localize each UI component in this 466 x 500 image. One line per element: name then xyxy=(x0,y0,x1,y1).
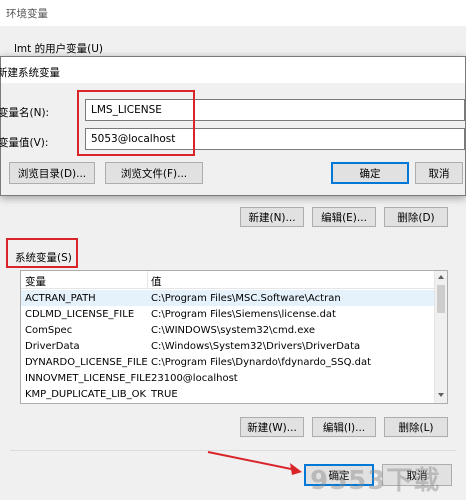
row-variable: DriverData xyxy=(25,340,80,352)
browse-file-button[interactable]: 浏览文件(F)... xyxy=(105,162,203,184)
row-variable: ACTRAN_PATH xyxy=(25,292,96,304)
user-delete-button[interactable]: 删除(D) xyxy=(384,207,448,227)
table-row[interactable]: INNOVMET_LICENSE_FILE 23100@localhost xyxy=(21,370,435,386)
dialog-title-bar: 新建系统变量 xyxy=(0,57,465,83)
list-scrollbar[interactable] xyxy=(434,271,447,403)
row-value: TRUE xyxy=(151,388,178,400)
row-variable: INNOVMET_LICENSE_FILE xyxy=(25,372,152,384)
column-header-value[interactable]: 值 xyxy=(151,274,162,289)
system-edit-button[interactable]: 编辑(I)... xyxy=(312,417,376,437)
table-row[interactable]: ComSpec C:\WINDOWS\system32\cmd.exe xyxy=(21,322,435,338)
scroll-down-icon[interactable] xyxy=(438,393,444,397)
variable-name-label: 变量名(N): xyxy=(0,107,50,119)
system-vars-list[interactable]: 变量 值 ACTRAN_PATH C:\Program Files\MSC.So… xyxy=(20,270,448,404)
column-header-variable[interactable]: 变量 xyxy=(25,274,46,289)
column-divider[interactable] xyxy=(147,271,148,289)
row-variable: KMP_DUPLICATE_LIB_OK xyxy=(25,388,147,400)
row-value: C:\Program Files\Siemens\license.dat xyxy=(151,308,336,320)
user-edit-button[interactable]: 编辑(E)... xyxy=(312,207,376,227)
row-value: 23100@localhost xyxy=(151,372,238,384)
scroll-up-icon[interactable] xyxy=(438,275,444,279)
variable-value-label: 变量值(V): xyxy=(0,137,49,149)
row-variable: DYNARDO_LICENSE_FILE xyxy=(25,356,148,368)
input-highlight-box xyxy=(77,90,195,156)
browse-directory-button[interactable]: 浏览目录(D)... xyxy=(9,162,95,184)
table-row[interactable]: ACTRAN_PATH C:\Program Files\MSC.Softwar… xyxy=(21,290,435,306)
row-value: C:\Program Files\Dynardo\fdynardo_SSQ.da… xyxy=(151,356,372,368)
user-vars-group: lmt 的用户变量(U) xyxy=(10,38,456,58)
dialog-body: 变量名(N): LMS_LICENSE 变量值(V): 5053@localho… xyxy=(0,83,465,195)
list-header: 变量 值 xyxy=(21,271,435,289)
user-new-button[interactable]: 新建(N)... xyxy=(240,207,304,227)
list-body: ACTRAN_PATH C:\Program Files\MSC.Softwar… xyxy=(21,289,435,403)
table-row[interactable]: CDLMD_LICENSE_FILE C:\Program Files\Siem… xyxy=(21,306,435,322)
row-value: C:\WINDOWS\system32\cmd.exe xyxy=(151,324,315,336)
dialog-ok-button[interactable]: 确定 xyxy=(331,162,409,184)
table-row[interactable]: DYNARDO_LICENSE_FILE C:\Program Files\Dy… xyxy=(21,354,435,370)
system-vars-label-highlight xyxy=(6,238,78,268)
watermark-text: 9553下载 xyxy=(310,465,441,496)
dialog-cancel-button[interactable]: 取消 xyxy=(415,162,463,184)
outer-title-bar: 环境变量 xyxy=(0,0,466,26)
annotation-arrow-icon xyxy=(207,451,302,475)
row-value: C:\Windows\System32\Drivers\DriverData xyxy=(151,340,361,352)
row-variable: ComSpec xyxy=(25,324,73,336)
row-value: C:\Program Files\MSC.Software\Actran xyxy=(151,292,341,304)
system-delete-button[interactable]: 删除(L) xyxy=(384,417,448,437)
new-system-variable-dialog: 新建系统变量 变量名(N): LMS_LICENSE 变量值(V): 5053@… xyxy=(0,56,466,196)
row-variable: CDLMD_LICENSE_FILE xyxy=(25,308,135,320)
scroll-thumb[interactable] xyxy=(437,285,445,313)
system-new-button[interactable]: 新建(W)... xyxy=(240,417,304,437)
table-row[interactable]: DriverData C:\Windows\System32\Drivers\D… xyxy=(21,338,435,354)
dialog-title: 新建系统变量 xyxy=(0,67,60,79)
user-vars-label: lmt 的用户变量(U) xyxy=(14,43,103,55)
outer-window-title: 环境变量 xyxy=(6,8,48,20)
watermark-logo: 9553下载 xyxy=(310,460,460,496)
table-row[interactable]: KMP_DUPLICATE_LIB_OK TRUE xyxy=(21,386,435,402)
